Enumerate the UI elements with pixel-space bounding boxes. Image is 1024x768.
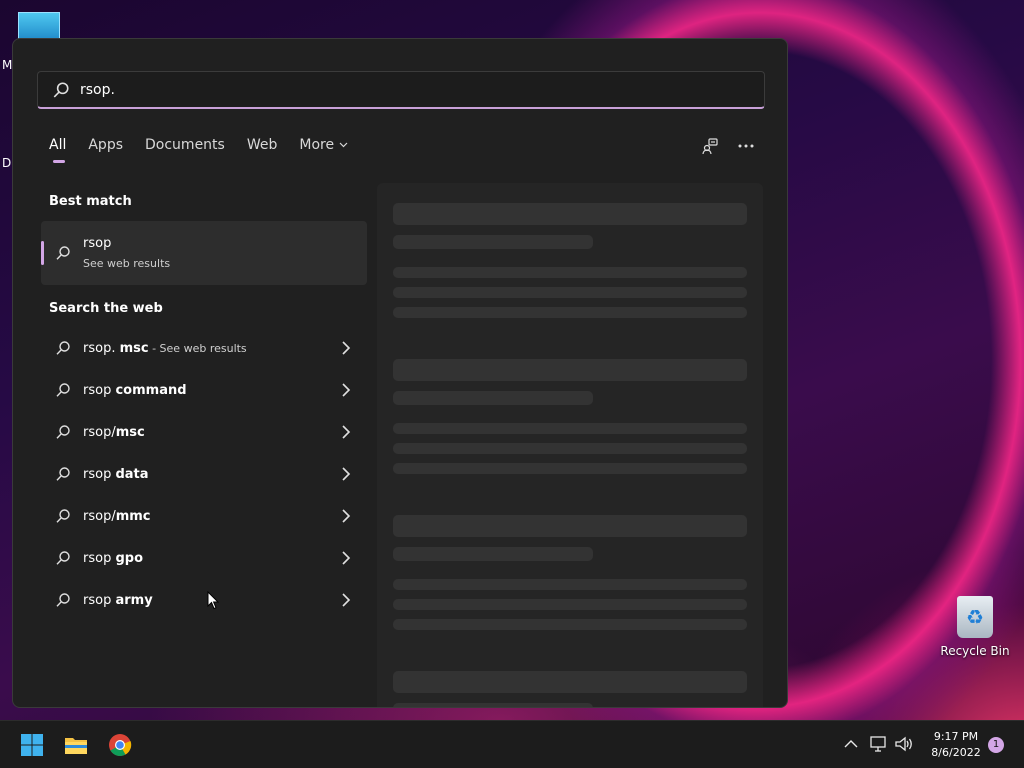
suggestion-prefix: rsop/ <box>83 508 116 524</box>
suggestion-text: rsop/mmc <box>83 509 151 524</box>
suggestion-bold: army <box>115 592 153 608</box>
suggestion-suffix: - See web results <box>148 341 247 355</box>
web-suggestion-item[interactable]: rsop. msc - See web results <box>41 329 367 367</box>
chevron-down-icon <box>339 142 348 148</box>
web-suggestion-item[interactable]: rsop data <box>41 455 367 493</box>
clock-date: 8/6/2022 <box>931 746 981 759</box>
loading-placeholder <box>393 359 747 381</box>
search-panel: All Apps Documents Web More Best match r… <box>12 38 788 708</box>
suggestion-bold: command <box>115 382 187 398</box>
loading-placeholder <box>393 579 747 590</box>
suggestion-bold: mmc <box>115 508 151 524</box>
best-match-title: Best match <box>49 194 132 209</box>
suggestion-prefix: rsop. <box>83 340 120 356</box>
web-suggestion-item[interactable]: rsop gpo <box>41 539 367 577</box>
suggestion-text: rsop army <box>83 593 153 608</box>
suggestion-bold: data <box>115 466 149 482</box>
suggestion-prefix: rsop <box>83 466 116 482</box>
suggestion-bold: gpo <box>115 550 144 566</box>
search-icon <box>56 246 70 260</box>
chrome-icon[interactable] <box>108 733 132 757</box>
loading-placeholder <box>393 287 747 298</box>
loading-placeholder <box>393 391 593 405</box>
loading-placeholder <box>393 267 747 278</box>
system-clock[interactable]: 9:17 PM 8/6/2022 <box>920 729 992 761</box>
suggestion-text: rsop command <box>83 383 187 398</box>
suggestion-bold: msc <box>115 424 145 440</box>
loading-placeholder <box>393 619 747 630</box>
recycle-bin-label: Recycle Bin <box>940 644 1010 658</box>
suggestion-text: rsop gpo <box>83 551 143 566</box>
suggestion-prefix: rsop <box>83 550 116 566</box>
web-suggestion-item[interactable]: rsop/msc <box>41 413 367 451</box>
search-icon <box>56 509 70 523</box>
search-icon <box>56 467 70 481</box>
chevron-right-icon <box>342 383 351 397</box>
preview-pane <box>377 183 763 707</box>
chevron-up-icon[interactable] <box>844 739 858 749</box>
tab-documents[interactable]: Documents <box>145 137 225 153</box>
best-match-subtitle: See web results <box>83 257 171 270</box>
loading-placeholder <box>393 547 593 561</box>
taskbar: 9:17 PM 8/6/2022 1 <box>0 720 1024 768</box>
tab-apps[interactable]: Apps <box>88 137 123 153</box>
recycle-bin[interactable]: ♻ Recycle Bin <box>940 596 1010 658</box>
filter-tabs: All Apps Documents Web More <box>49 137 370 163</box>
search-box[interactable] <box>37 71 765 109</box>
loading-placeholder <box>393 307 747 318</box>
suggestion-text: rsop. msc - See web results <box>83 341 247 356</box>
tab-more[interactable]: More <box>299 137 348 153</box>
suggestion-prefix: rsop <box>83 592 116 608</box>
loading-placeholder <box>393 671 747 693</box>
chevron-right-icon <box>342 341 351 355</box>
loading-placeholder <box>393 463 747 474</box>
tab-more-label: More <box>299 137 335 153</box>
search-icon <box>56 425 70 439</box>
loading-placeholder <box>393 515 747 537</box>
search-icon <box>56 383 70 397</box>
best-match-name: rsop <box>83 236 112 251</box>
suggestion-bold: msc <box>119 340 149 356</box>
web-suggestion-item[interactable]: rsop army <box>41 581 367 619</box>
suggestion-text: rsop data <box>83 467 149 482</box>
search-input[interactable] <box>80 81 680 98</box>
tab-web[interactable]: Web <box>247 137 278 153</box>
ellipsis-icon <box>738 144 754 148</box>
volume-icon[interactable] <box>894 735 914 753</box>
search-icon <box>56 551 70 565</box>
search-options-button[interactable] <box>699 135 721 157</box>
loading-placeholder <box>393 423 747 434</box>
chevron-right-icon <box>342 551 351 565</box>
chevron-right-icon <box>342 509 351 523</box>
best-match-result[interactable]: rsop See web results <box>41 221 367 285</box>
tab-all[interactable]: All <box>49 137 66 163</box>
loading-placeholder <box>393 203 747 225</box>
suggestion-prefix: rsop <box>83 382 116 398</box>
search-icon <box>53 81 69 98</box>
mouse-cursor <box>207 591 219 610</box>
loading-placeholder <box>393 235 593 249</box>
search-icon <box>56 341 70 355</box>
network-icon[interactable] <box>870 735 888 753</box>
loading-placeholder <box>393 443 747 454</box>
clock-time: 9:17 PM <box>933 730 979 743</box>
file-explorer-icon[interactable] <box>64 733 88 757</box>
search-icon <box>56 593 70 607</box>
desktop-icon-label-1: M <box>2 58 13 72</box>
suggestion-prefix: rsop/ <box>83 424 116 440</box>
recycle-bin-icon: ♻ <box>957 596 993 638</box>
search-web-title: Search the web <box>49 301 163 316</box>
chevron-right-icon <box>342 425 351 439</box>
web-suggestion-item[interactable]: rsop command <box>41 371 367 409</box>
web-suggestion-item[interactable]: rsop/mmc <box>41 497 367 535</box>
suggestion-text: rsop/msc <box>83 425 145 440</box>
loading-placeholder <box>393 599 747 610</box>
more-options-button[interactable] <box>735 135 757 157</box>
chevron-right-icon <box>342 593 351 607</box>
share-person-icon <box>702 138 718 155</box>
loading-placeholder <box>393 703 593 707</box>
windows-start-icon[interactable] <box>20 733 44 757</box>
notification-badge[interactable]: 1 <box>988 737 1004 753</box>
chevron-right-icon <box>342 467 351 481</box>
